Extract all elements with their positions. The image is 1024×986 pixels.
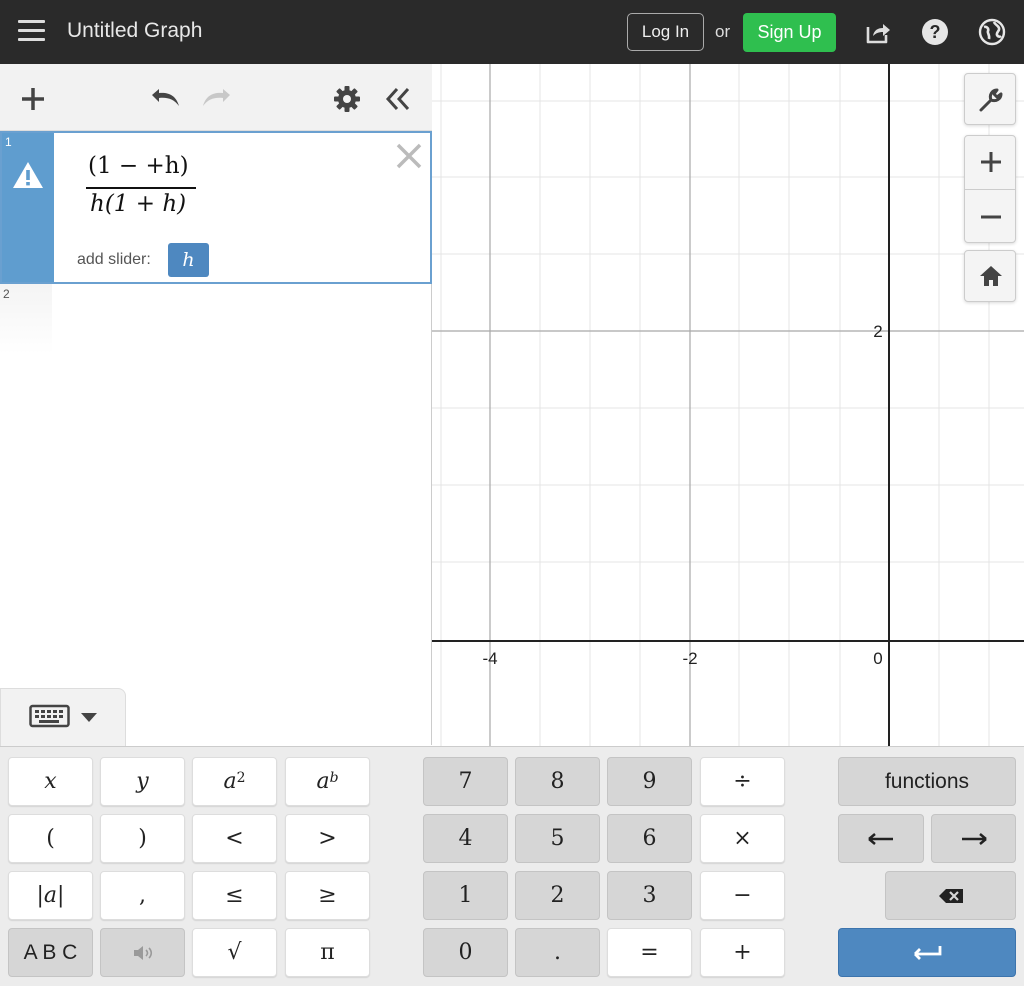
key-x[interactable]: x	[8, 757, 93, 806]
key-8[interactable]: 8	[515, 757, 600, 806]
key-plus[interactable]: +	[700, 928, 785, 977]
key-greater-than[interactable]: >	[285, 814, 370, 863]
keyboard-icon[interactable]	[29, 703, 101, 729]
zoom-out-icon[interactable]	[980, 206, 1002, 228]
key-a-power-b[interactable]: ab	[285, 757, 370, 806]
graph-settings-button[interactable]	[964, 73, 1016, 125]
key-less-than[interactable]: <	[192, 814, 277, 863]
fraction-bar	[86, 187, 196, 189]
add-item-icon[interactable]	[20, 86, 46, 112]
key-2[interactable]: 2	[515, 871, 600, 920]
left-arrow-icon	[868, 832, 893, 845]
x-tick-label: -4	[482, 649, 497, 668]
key-pi[interactable]: π	[285, 928, 370, 977]
audio-button[interactable]	[100, 928, 185, 977]
key-square-root[interactable]: √	[192, 928, 277, 977]
key-6[interactable]: 6	[607, 814, 692, 863]
y-tick-label: 2	[873, 322, 882, 341]
wrench-icon	[979, 88, 1003, 112]
expression-list: 1 (1 − +h) h(1 + h) add slider: h 2	[0, 131, 432, 745]
zoom-controls	[964, 135, 1016, 243]
login-button[interactable]: Log In	[627, 13, 704, 51]
key-decimal[interactable]: .	[515, 928, 600, 977]
menu-icon[interactable]	[18, 20, 45, 42]
add-slider-label: add slider:	[77, 251, 151, 268]
key-absolute-value[interactable]: |a|	[8, 871, 93, 920]
abc-keyboard-button[interactable]: A B C	[8, 928, 93, 977]
warning-icon[interactable]	[12, 161, 44, 189]
key-equals[interactable]: =	[607, 928, 692, 977]
expression-item-1[interactable]: 1 (1 − +h) h(1 + h) add slider: h	[0, 131, 432, 284]
key-less-equal[interactable]: ≤	[192, 871, 277, 920]
expression-tab[interactable]: 1	[2, 133, 54, 282]
signup-button[interactable]: Sign Up	[743, 13, 836, 52]
backspace-icon	[938, 888, 963, 903]
share-icon[interactable]	[864, 18, 892, 46]
expression-index: 2	[3, 287, 10, 301]
svg-text:?: ?	[930, 22, 941, 42]
key-a-squared[interactable]: a2	[192, 757, 277, 806]
fraction-numerator[interactable]: (1 − +h)	[88, 153, 189, 179]
enter-icon	[914, 945, 942, 960]
key-0[interactable]: 0	[423, 928, 508, 977]
speaker-icon	[133, 945, 152, 960]
key-close-paren[interactable]: )	[100, 814, 185, 863]
add-slider-h-button[interactable]: h	[168, 243, 209, 277]
key-5[interactable]: 5	[515, 814, 600, 863]
key-divide[interactable]: ÷	[700, 757, 785, 806]
functions-button[interactable]: functions	[838, 757, 1016, 806]
right-arrow-icon	[961, 832, 987, 845]
undo-icon[interactable]	[148, 86, 182, 110]
redo-icon[interactable]	[200, 86, 234, 110]
zoom-in-icon[interactable]	[980, 151, 1002, 173]
keyboard-toggle[interactable]	[0, 688, 126, 746]
home-icon	[980, 266, 1002, 286]
key-y[interactable]: y	[100, 757, 185, 806]
key-comma[interactable]: ,	[100, 871, 185, 920]
collapse-list-icon[interactable]	[384, 86, 412, 112]
help-icon[interactable]: ?	[921, 18, 949, 46]
key-9[interactable]: 9	[607, 757, 692, 806]
key-right-arrow[interactable]	[931, 814, 1016, 863]
expression-toolbar	[0, 64, 432, 131]
backspace-button[interactable]	[885, 871, 1016, 920]
graph-canvas[interactable]: -4 -2 0 2	[432, 64, 1024, 746]
enter-button[interactable]	[838, 928, 1016, 977]
x-tick-label: -2	[682, 649, 697, 668]
graph-title[interactable]: Untitled Graph	[67, 19, 202, 43]
fraction-denominator[interactable]: h(1 + h)	[90, 191, 186, 217]
key-7[interactable]: 7	[423, 757, 508, 806]
key-minus[interactable]: −	[700, 871, 785, 920]
home-button[interactable]	[964, 250, 1016, 302]
delete-expression-icon[interactable]	[394, 141, 424, 171]
key-left-arrow[interactable]	[838, 814, 924, 863]
key-greater-equal[interactable]: ≥	[285, 871, 370, 920]
expression-index: 1	[5, 135, 12, 149]
key-multiply[interactable]: ×	[700, 814, 785, 863]
or-label: or	[715, 22, 731, 41]
key-1[interactable]: 1	[423, 871, 508, 920]
graph-grid: -4 -2 0 2	[432, 64, 1024, 746]
math-keypad: x y a2 ab 7 8 9 ÷ functions ( ) < > 4 5 …	[0, 746, 1024, 986]
globe-icon[interactable]	[978, 18, 1006, 46]
settings-gear-icon[interactable]	[333, 85, 361, 113]
top-bar: Untitled Graph Log In or Sign Up ?	[0, 0, 1024, 64]
x-tick-label: 0	[873, 649, 882, 668]
key-open-paren[interactable]: (	[8, 814, 93, 863]
key-4[interactable]: 4	[423, 814, 508, 863]
key-3[interactable]: 3	[607, 871, 692, 920]
expression-item-2[interactable]: 2	[0, 284, 52, 354]
